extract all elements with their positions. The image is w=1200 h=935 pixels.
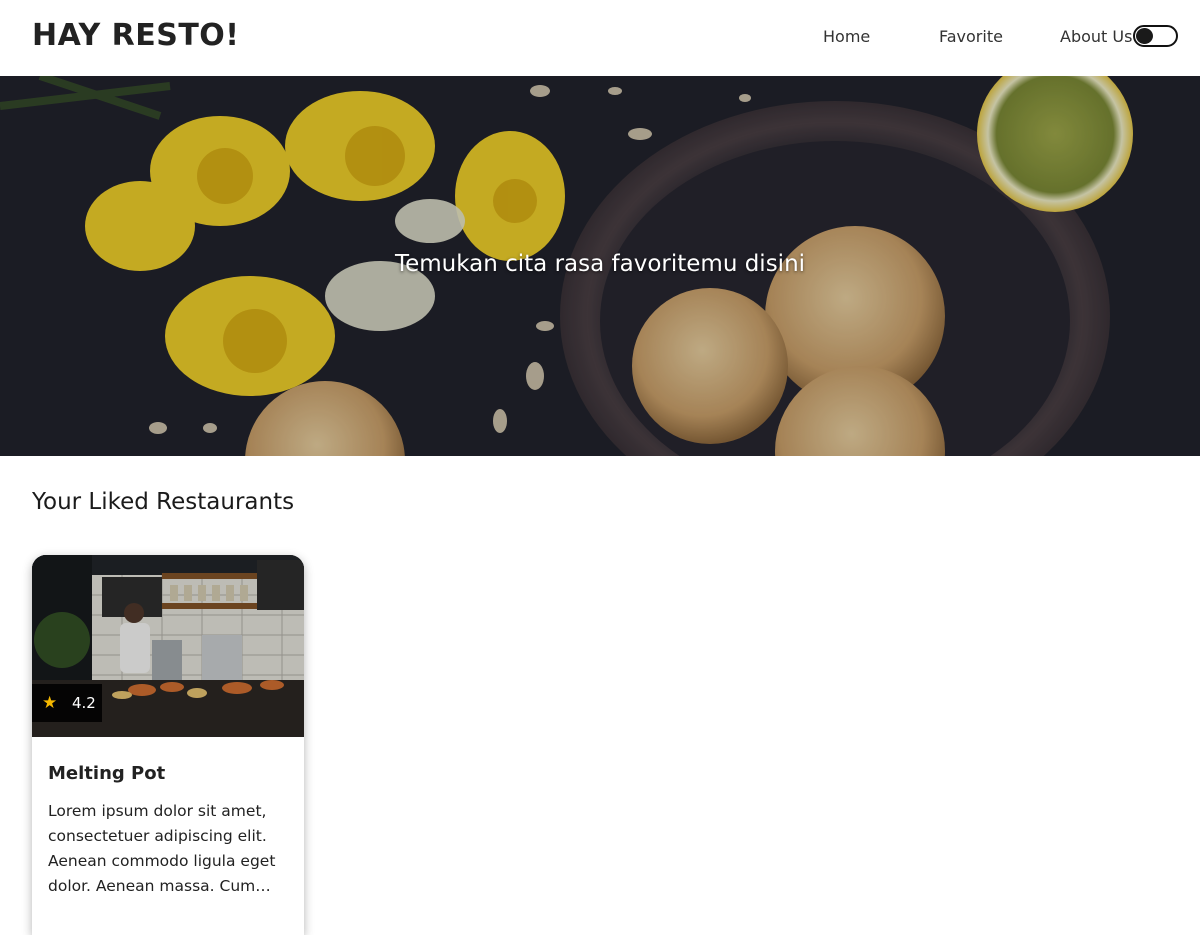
restaurant-name[interactable]: Melting Pot xyxy=(48,763,165,784)
restaurant-description: Lorem ipsum dolor sit amet, consectetuer… xyxy=(48,802,276,895)
restaurant-card[interactable]: ★ 4.2 Melting Pot Lorem ipsum dolor sit … xyxy=(32,555,304,935)
theme-toggle[interactable] xyxy=(1133,25,1178,47)
hero-banner: Temukan cita rasa favoritemu disini xyxy=(0,76,1200,456)
nav-home-link[interactable]: Home xyxy=(823,26,870,48)
rating-badge: ★ 4.2 xyxy=(32,684,102,722)
toggle-knob xyxy=(1136,28,1153,44)
main-nav: Home Favorite About Us xyxy=(0,26,1200,48)
hero-tagline: Temukan cita rasa favoritemu disini xyxy=(394,251,806,277)
app-bar: HAY RESTO! Home Favorite About Us xyxy=(0,0,1200,76)
nav-favorite-link[interactable]: Favorite xyxy=(939,26,1003,48)
restaurant-image[interactable]: ★ 4.2 xyxy=(32,555,304,737)
section-title: Your Liked Restaurants xyxy=(32,489,295,515)
nav-about-link[interactable]: About Us xyxy=(1060,26,1132,48)
rating-value: 4.2 xyxy=(72,694,96,712)
star-icon: ★ xyxy=(42,693,58,713)
